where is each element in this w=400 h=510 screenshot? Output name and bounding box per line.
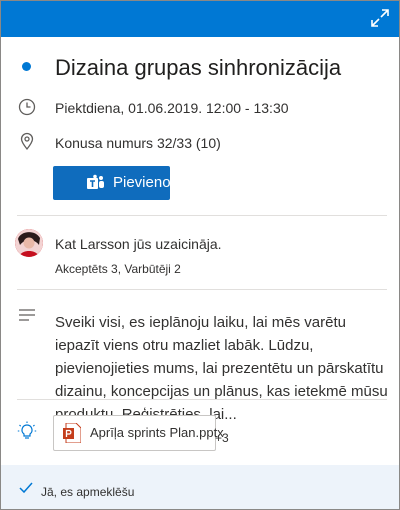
- location-pin-icon: [20, 132, 34, 151]
- person-photo-icon: [15, 229, 43, 257]
- join-button-label: Pievienoties: [113, 174, 170, 191]
- more-attachments-count[interactable]: +3: [215, 431, 229, 445]
- rsvp-bar[interactable]: Jā, es apmeklēšu: [1, 465, 399, 509]
- attachment-name: Aprīļa sprints Plan.pptx: [90, 425, 224, 440]
- rsvp-status: Jā, es apmeklēšu: [41, 485, 135, 499]
- event-datetime: Piektdiena, 01.06.2019. 12:00 - 13:30: [55, 100, 289, 116]
- expand-icon[interactable]: [369, 7, 391, 29]
- calendar-color-dot: [22, 62, 31, 71]
- event-description: Sveiki visi, es ieplānoju laiku, lai mēs…: [55, 314, 388, 423]
- attachment-file[interactable]: Aprīļa sprints Plan.pptx: [53, 415, 224, 451]
- checkmark-icon: [19, 482, 33, 494]
- teams-icon: [87, 174, 104, 189]
- powerpoint-icon: [63, 423, 81, 443]
- invite-text: Kat Larsson jūs uzaicināja.: [55, 236, 222, 252]
- description-lines-icon: [19, 309, 35, 321]
- lightbulb-icon: [17, 421, 37, 439]
- event-title: Dizaina grupas sinhronizācija: [55, 55, 342, 80]
- event-location: Konusa numurs 32/33 (10): [55, 135, 221, 151]
- event-card: Dizaina grupas sinhronizācija Piektdiena…: [0, 0, 400, 510]
- divider: [17, 399, 387, 400]
- avatar: [15, 229, 43, 257]
- divider: [17, 215, 387, 216]
- divider: [17, 289, 387, 290]
- clock-icon: [18, 98, 36, 116]
- response-summary: Akceptēts 3, Varbūtēji 2: [55, 262, 181, 276]
- join-teams-button[interactable]: Pievienoties: [53, 166, 170, 200]
- header-bar: [1, 1, 399, 37]
